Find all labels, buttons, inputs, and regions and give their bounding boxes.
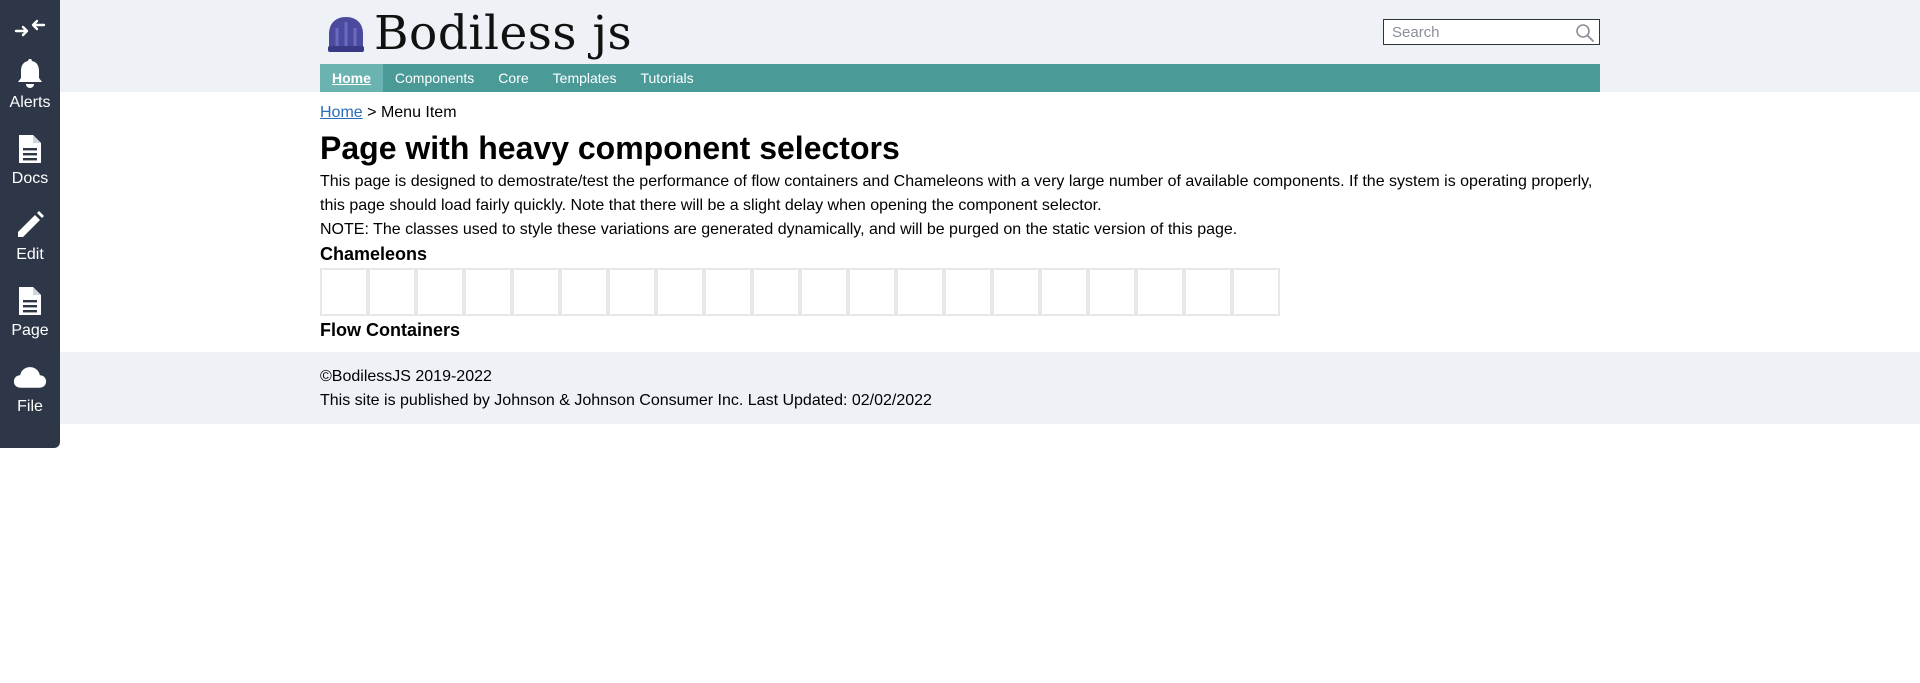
chameleon-cell[interactable] — [800, 268, 848, 316]
intro-paragraph: This page is designed to demostrate/test… — [320, 173, 1593, 214]
pencil-icon — [13, 208, 47, 242]
beanie-logo-icon — [328, 17, 364, 52]
nav-item-core[interactable]: Core — [486, 64, 540, 92]
chameleon-cell[interactable] — [1232, 268, 1280, 316]
breadcrumb-home-link[interactable]: Home — [320, 104, 363, 121]
page-title: Page with heavy component selectors — [320, 130, 900, 166]
chameleon-cell[interactable] — [656, 268, 704, 316]
search-input[interactable] — [1384, 21, 1564, 43]
chameleon-cell[interactable] — [1088, 268, 1136, 316]
breadcrumb-current: Menu Item — [380, 104, 457, 121]
chameleon-cell[interactable] — [752, 268, 800, 316]
toolbar-page-label: Page — [11, 322, 49, 339]
chameleon-cell[interactable] — [1136, 268, 1184, 316]
chameleon-cell[interactable] — [704, 268, 752, 316]
nav-item-home[interactable]: Home — [320, 64, 383, 92]
chameleon-cell[interactable] — [1184, 268, 1232, 316]
nav-item-components[interactable]: Components — [383, 64, 486, 92]
chameleon-cell[interactable] — [512, 268, 560, 316]
chameleon-cell[interactable] — [992, 268, 1040, 316]
site-logo[interactable]: Bodiless js — [326, 8, 632, 60]
toolbar-page-button[interactable]: Page — [0, 274, 60, 350]
chameleon-cell[interactable] — [416, 268, 464, 316]
chameleons-heading: Chameleons — [320, 244, 428, 264]
flow-containers-heading: Flow Containers — [320, 320, 461, 340]
footer-copyright: ©BodilessJS 2019-2022 — [320, 368, 492, 385]
toolbar-edit-button[interactable]: Edit — [0, 198, 60, 274]
chameleon-cell[interactable] — [608, 268, 656, 316]
footer-published: This site is published by Johnson & John… — [320, 392, 932, 409]
toolbar-docs-label: Docs — [11, 170, 49, 187]
document-icon — [13, 132, 47, 166]
chameleon-cell[interactable] — [848, 268, 896, 316]
breadcrumb-separator: > — [367, 104, 377, 121]
chameleon-cell[interactable] — [464, 268, 512, 316]
toolbar-alerts-button[interactable]: Alerts — [0, 46, 60, 122]
chameleon-grid — [320, 268, 1280, 316]
toolbar-alerts-label: Alerts — [9, 94, 51, 111]
breadcrumb: Home > Menu Item — [320, 103, 457, 123]
nav-item-templates[interactable]: Templates — [541, 64, 629, 92]
nav-item-tutorials[interactable]: Tutorials — [628, 64, 705, 92]
toolbar-file-button[interactable]: File — [0, 350, 60, 426]
chameleon-cell[interactable] — [368, 268, 416, 316]
chameleon-cell[interactable] — [560, 268, 608, 316]
intro-text: This page is designed to demostrate/test… — [320, 170, 1600, 242]
collapse-arrows-icon — [14, 19, 46, 37]
admin-toolbar: Alerts Docs Edit Page File — [0, 0, 60, 448]
chameleon-cell[interactable] — [320, 268, 368, 316]
toolbar-file-label: File — [17, 398, 43, 415]
chameleon-cell[interactable] — [896, 268, 944, 316]
toolbar-edit-label: Edit — [16, 246, 44, 263]
cloud-icon — [13, 360, 47, 394]
page-icon — [13, 284, 47, 318]
search-box[interactable] — [1383, 19, 1600, 45]
chameleon-cell[interactable] — [944, 268, 992, 316]
main-nav: Home Components Core Templates Tutorials — [320, 64, 1600, 92]
chameleon-cell[interactable] — [1040, 268, 1088, 316]
toolbar-docs-button[interactable]: Docs — [0, 122, 60, 198]
search-icon[interactable] — [1575, 23, 1595, 43]
logo-text: Bodiless js — [374, 6, 633, 61]
collapse-toolbar-button[interactable] — [0, 10, 60, 46]
note-paragraph: NOTE: The classes used to style these va… — [320, 221, 1238, 238]
bell-icon — [13, 56, 47, 90]
